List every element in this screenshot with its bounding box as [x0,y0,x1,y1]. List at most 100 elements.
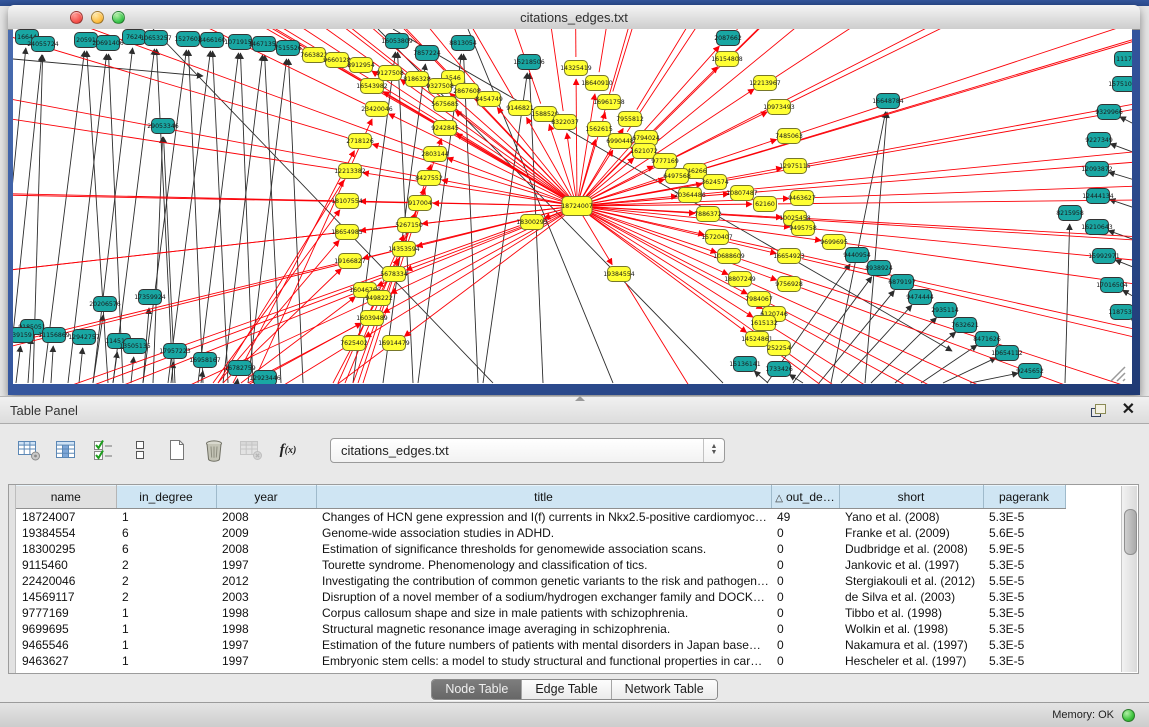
table-cell[interactable]: 0 [771,605,839,621]
table-cell[interactable]: 22420046 [16,573,116,589]
table-cell[interactable]: Tourette syndrome. Phenomenology and cla… [316,557,771,573]
table-cell[interactable]: 5.3E-5 [983,637,1065,653]
splitter-handle-icon[interactable] [575,396,585,401]
table-cell[interactable]: Corpus callosum shape and size in male p… [316,605,771,621]
table-cell[interactable]: 5.6E-5 [983,525,1065,541]
table-cell[interactable]: 5.9E-5 [983,541,1065,557]
table-cell[interactable]: 14569117 [16,589,116,605]
tab-node-table[interactable]: Node Table [432,680,522,699]
table-cell[interactable]: 0 [771,573,839,589]
table-cell[interactable]: Investigating the contribution of common… [316,573,771,589]
table-cell[interactable]: 2008 [216,541,316,557]
table-cell[interactable]: 0 [771,557,839,573]
table-cell[interactable]: Jankovic et al. (1997) [839,557,983,573]
scrollbar-thumb[interactable] [1124,509,1137,555]
float-panel-icon[interactable] [1091,404,1106,417]
table-cell[interactable]: 1998 [216,605,316,621]
table-cell[interactable]: Franke et al. (2009) [839,525,983,541]
table-cell[interactable]: 1997 [216,557,316,573]
table-cell[interactable]: 19384554 [16,525,116,541]
table-cell[interactable]: 2 [116,573,216,589]
vertical-scrollbar[interactable] [1121,486,1137,672]
column-header-in_degree[interactable]: in_degree [116,486,216,509]
table-row[interactable]: 1872400712008Changes of HCN gene express… [16,509,1065,526]
table-cell[interactable]: 6 [116,525,216,541]
table-cell[interactable]: 0 [771,589,839,605]
table-cell[interactable]: 1997 [216,653,316,669]
tab-network-table[interactable]: Network Table [612,680,717,699]
table-row[interactable]: 969969511998Structural magnetic resonanc… [16,621,1065,637]
column-header-year[interactable]: year [216,486,316,509]
table-cell[interactable]: 0 [771,637,839,653]
table-row[interactable]: 946554611997Estimation of the future num… [16,637,1065,653]
function-builder-icon[interactable]: f(x) [275,437,301,463]
table-cell[interactable]: 1997 [216,637,316,653]
table-cell[interactable]: Structural magnetic resonance image aver… [316,621,771,637]
table-cell[interactable]: 5.5E-5 [983,573,1065,589]
table-cell[interactable]: Estimation of the future numbers of pati… [316,637,771,653]
table-cell[interactable]: 0 [771,653,839,669]
table-cell[interactable]: 18724007 [16,509,116,526]
table-cell[interactable]: 2009 [216,525,316,541]
table-cell[interactable]: 1 [116,653,216,669]
table-row[interactable]: 1456911722003Disruption of a novel membe… [16,589,1065,605]
table-cell[interactable]: 5.3E-5 [983,557,1065,573]
table-cell[interactable]: 9115460 [16,557,116,573]
table-cell[interactable]: 9699695 [16,621,116,637]
table-cell[interactable]: 1 [116,637,216,653]
table-cell[interactable]: 18300295 [16,541,116,557]
table-cell[interactable]: 0 [771,541,839,557]
delete-table-icon[interactable] [201,437,227,463]
transpose-icon[interactable] [127,437,153,463]
table-cell[interactable]: Nakamura et al. (1997) [839,637,983,653]
table-cell[interactable]: Disruption of a novel member of a sodium… [316,589,771,605]
table-cell[interactable]: Yano et al. (2008) [839,509,983,526]
table-select-dropdown[interactable]: citations_edges.txt ▲▼ [330,438,725,463]
tab-edge-table[interactable]: Edge Table [522,680,611,699]
network-view[interactable]: 1664424055724205912069140676241065325715… [13,29,1132,384]
table-cell[interactable]: 1998 [216,621,316,637]
table-options-icon[interactable] [16,437,42,463]
table-cell[interactable]: 0 [771,525,839,541]
network-window-titlebar[interactable]: citations_edges.txt [8,5,1140,30]
table-row[interactable]: 977716911998Corpus callosum shape and si… [16,605,1065,621]
table-panel-header[interactable]: Table Panel ✕ [0,396,1149,424]
table-cell[interactable]: Changes of HCN gene expression and I(f) … [316,509,771,526]
table-cell[interactable]: 0 [771,621,839,637]
table-cell[interactable]: 1 [116,621,216,637]
column-header-title[interactable]: title [316,486,771,509]
new-table-icon[interactable] [164,437,190,463]
column-header-out_de[interactable]: △out_de… [771,486,839,509]
table-cell[interactable]: Genome-wide association studies in ADHD. [316,525,771,541]
table-cell[interactable]: Stergiakouli et al. (2012) [839,573,983,589]
table-cell[interactable]: 9463627 [16,653,116,669]
table-cell[interactable]: 2 [116,589,216,605]
table-cell[interactable]: 9777169 [16,605,116,621]
close-panel-icon[interactable]: ✕ [1122,402,1135,418]
table-cell[interactable]: 2012 [216,573,316,589]
table-cell[interactable]: 5.3E-5 [983,605,1065,621]
table-cell[interactable]: 5.3E-5 [983,621,1065,637]
table-cell[interactable]: Hescheler et al. (1997) [839,653,983,669]
table-row[interactable]: 911546021997Tourette syndrome. Phenomeno… [16,557,1065,573]
table-row[interactable]: 1830029562008Estimation of significance … [16,541,1065,557]
table-row[interactable]: 2242004622012Investigating the contribut… [16,573,1065,589]
table-cell[interactable]: 49 [771,509,839,526]
column-header-name[interactable]: name [16,486,116,509]
table-cell[interactable]: 2008 [216,509,316,526]
select-rows-icon[interactable] [90,437,116,463]
column-header-short[interactable]: short [839,486,983,509]
table-cell[interactable]: Estimation of significance thresholds fo… [316,541,771,557]
table-cell[interactable]: 1 [116,605,216,621]
column-header-pagerank[interactable]: pagerank [983,486,1065,509]
table-cell[interactable]: 5.3E-5 [983,653,1065,669]
table-cell[interactable]: 1 [116,509,216,526]
table-cell[interactable]: 9465546 [16,637,116,653]
table-cell[interactable]: Embryonic stem cells: a model to study s… [316,653,771,669]
table-row[interactable]: 946362711997Embryonic stem cells: a mode… [16,653,1065,669]
table-cell[interactable]: Dudbridge et al. (2008) [839,541,983,557]
table-cell[interactable]: 2003 [216,589,316,605]
table-cell[interactable]: 2 [116,557,216,573]
table-cell[interactable]: de Silva et al. (2003) [839,589,983,605]
table-cell[interactable]: 6 [116,541,216,557]
